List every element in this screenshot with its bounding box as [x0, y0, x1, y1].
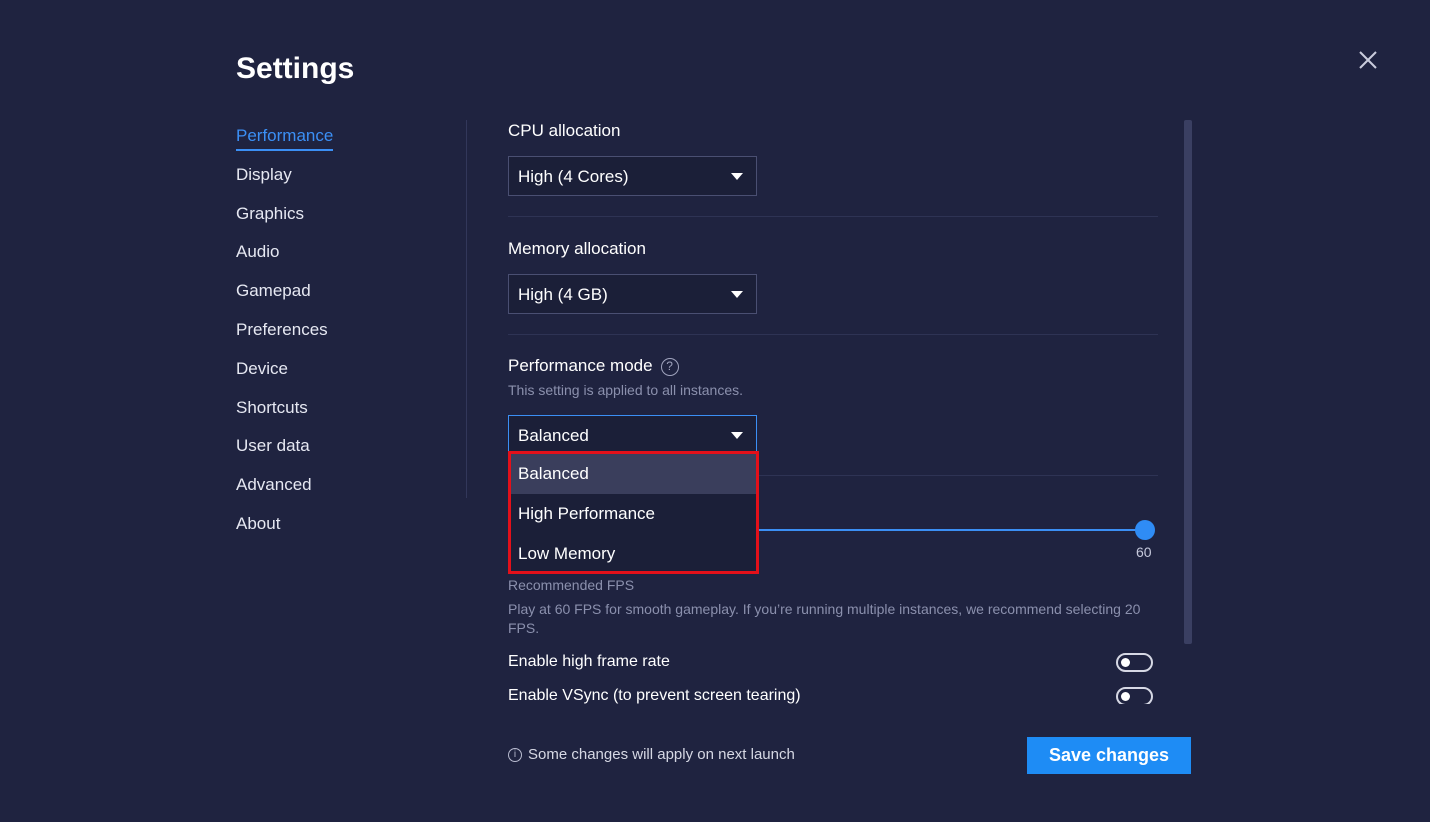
chevron-down-icon [731, 432, 743, 439]
save-button[interactable]: Save changes [1027, 737, 1191, 774]
toggle-knob [1121, 658, 1130, 667]
chevron-down-icon [731, 173, 743, 180]
sidebar-item-label: Shortcuts [236, 397, 308, 417]
help-circle-icon[interactable]: ? [660, 358, 679, 376]
cpu-allocation-label: CPU allocation [508, 121, 621, 140]
vsync-toggle[interactable] [1116, 687, 1153, 704]
page-title: Settings [236, 52, 355, 85]
fps-slider-track[interactable] [758, 529, 1145, 531]
sidebar-item-gamepad[interactable]: Gamepad [236, 281, 333, 320]
sidebar-item-performance[interactable]: Performance [236, 126, 334, 165]
sidebar-item-advanced[interactable]: Advanced [236, 475, 333, 514]
sidebar-item-label: Audio [236, 242, 280, 262]
chevron-down-icon [731, 291, 743, 298]
settings-content: CPU allocation High (4 Cores) Memory all… [508, 118, 1158, 704]
sidebar-divider [466, 120, 467, 498]
section-divider [508, 334, 1158, 335]
sidebar-item-user-data[interactable]: User data [236, 436, 333, 475]
settings-window: Settings Performance Display Graphics Au… [0, 0, 1432, 822]
footer-note: i Some changes will apply on next launch [508, 746, 795, 763]
sidebar-item-label: Graphics [236, 203, 305, 223]
dropdown-option-high-performance[interactable]: High Performance [511, 494, 756, 534]
high-frame-rate-toggle[interactable] [1116, 653, 1153, 672]
performance-mode-note: This setting is applied to all instances… [508, 382, 744, 398]
performance-mode-label: Performance mode? [508, 356, 679, 376]
content-scrollbar[interactable] [1184, 120, 1192, 644]
fps-description: Play at 60 FPS for smooth gameplay. If y… [508, 601, 1141, 636]
sidebar-item-label: Performance [236, 126, 334, 151]
sidebar-nav: Performance Display Graphics Audio Gamep… [236, 126, 334, 553]
sidebar-item-label: About [236, 513, 281, 533]
sidebar-item-device[interactable]: Device [236, 359, 333, 398]
memory-allocation-select[interactable]: High (4 GB) [508, 274, 757, 314]
sidebar-item-display[interactable]: Display [236, 165, 333, 204]
performance-mode-select[interactable]: Balanced [508, 415, 757, 455]
performance-mode-title: Performance mode [508, 356, 653, 375]
toggle-knob [1121, 692, 1130, 701]
sidebar-item-about[interactable]: About [236, 514, 333, 553]
memory-allocation-label: Memory allocation [508, 239, 646, 258]
dropdown-option-balanced[interactable]: Balanced [511, 454, 756, 494]
sidebar-item-label: Device [236, 358, 288, 378]
sidebar-item-label: User data [236, 436, 310, 456]
sidebar-item-label: Gamepad [236, 281, 311, 301]
vsync-label: Enable VSync (to prevent screen tearing) [508, 687, 801, 704]
cpu-allocation-select[interactable]: High (4 Cores) [508, 156, 757, 196]
fps-slider-value: 60 [1136, 544, 1152, 560]
memory-allocation-value: High (4 GB) [518, 285, 608, 304]
close-icon[interactable] [1356, 48, 1380, 72]
info-icon: i [508, 747, 522, 762]
sidebar-item-label: Advanced [236, 475, 312, 495]
sidebar-item-audio[interactable]: Audio [236, 242, 333, 281]
sidebar-item-label: Preferences [236, 319, 328, 339]
cpu-allocation-value: High (4 Cores) [518, 167, 629, 186]
sidebar-item-graphics[interactable]: Graphics [236, 204, 333, 243]
fps-slider-thumb[interactable] [1135, 520, 1155, 540]
performance-mode-dropdown: Balanced High Performance Low Memory [508, 451, 759, 574]
dropdown-option-low-memory[interactable]: Low Memory [511, 534, 756, 574]
sidebar-item-label: Display [236, 164, 292, 184]
footer-note-text: Some changes will apply on next launch [528, 746, 795, 763]
sidebar-item-preferences[interactable]: Preferences [236, 320, 333, 359]
performance-mode-value: Balanced [518, 426, 589, 445]
sidebar-item-shortcuts[interactable]: Shortcuts [236, 398, 333, 437]
section-divider [508, 216, 1158, 217]
high-frame-rate-label: Enable high frame rate [508, 653, 670, 670]
recommended-fps-label: Recommended FPS [508, 577, 635, 593]
